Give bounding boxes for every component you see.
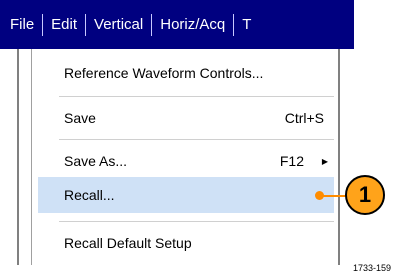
menu-vertical[interactable]: Vertical [86, 16, 151, 33]
menu-item-label: Reference Waveform Controls... [64, 65, 264, 81]
menu-file[interactable]: File [0, 16, 42, 33]
menu-divider [59, 139, 334, 140]
menu-bar: File Edit Vertical Horiz/Acq T [0, 0, 354, 49]
submenu-arrow-icon: ▶ [321, 156, 328, 166]
menu-item-label: Save As... [64, 153, 128, 169]
callout-number: 1 [358, 182, 372, 207]
callout-leader-line [320, 195, 346, 197]
step-callout: 1 [345, 175, 385, 215]
menu-item-reference-waveform-controls[interactable]: Reference Waveform Controls... [38, 55, 334, 91]
menu-item-shortcut: Ctrl+S [284, 110, 324, 126]
menu-item-label: Recall... [64, 187, 115, 203]
menu-divider [59, 221, 334, 222]
menu-edit[interactable]: Edit [43, 16, 85, 33]
menu-item-label: Save [64, 110, 96, 126]
menu-item-save-as[interactable]: Save As... F12 ▶ [38, 143, 334, 179]
menu-horiz-acq[interactable]: Horiz/Acq [152, 16, 233, 33]
menu-item-recall[interactable]: Recall... [38, 177, 334, 213]
menu-gutter [31, 49, 33, 265]
figure-id: 1733-159 [353, 263, 392, 273]
menu-item-label: Recall Default Setup [64, 235, 192, 251]
menu-item-save[interactable]: Save Ctrl+S [38, 100, 334, 136]
menu-trig[interactable]: T [234, 16, 259, 33]
menu-divider [59, 96, 334, 97]
menu-item-recall-default-setup[interactable]: Recall Default Setup [38, 225, 334, 261]
file-dropdown-menu: Reference Waveform Controls... Save Ctrl… [17, 49, 340, 265]
